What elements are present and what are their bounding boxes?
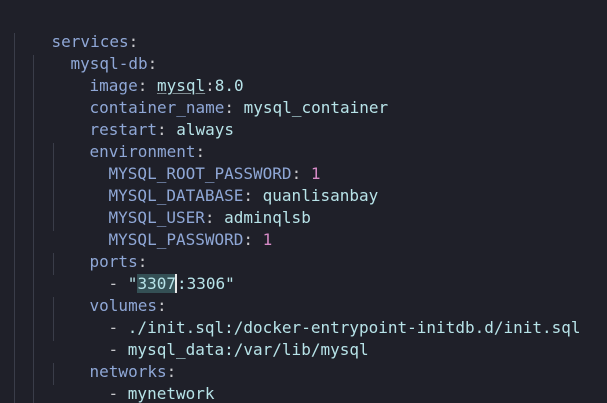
code-line: MYSQL_PASSWORD: 1 xyxy=(108,230,273,249)
indent-guide xyxy=(33,55,34,403)
code-line: - mysql_data:/var/lib/mysql xyxy=(108,340,369,359)
code-line: container_name: mysql_container xyxy=(89,98,389,117)
code-line: mysql-db: xyxy=(70,54,158,73)
code-line: - mynetwork xyxy=(108,384,215,403)
code-line: image: mysql:8.0 xyxy=(89,76,244,95)
port-container-value: 3306 xyxy=(186,274,226,293)
code-line: MYSQL_ROOT_PASSWORD: 1 xyxy=(108,164,321,183)
code-line: MYSQL_USER: adminqlsb xyxy=(108,208,311,227)
indent-guide xyxy=(14,33,15,403)
code-line: restart: always xyxy=(89,120,235,139)
code-line: - "3307:3306" xyxy=(108,274,235,293)
yaml-value: mysql_container xyxy=(243,98,389,117)
code-line: MYSQL_DATABASE: quanlisanbay xyxy=(108,186,379,205)
network-entry: mynetwork xyxy=(127,384,215,403)
yaml-number: 1 xyxy=(262,230,273,249)
code-line: volumes: xyxy=(89,296,167,315)
code-line: ports: xyxy=(89,252,148,271)
code-line: services: xyxy=(51,32,139,51)
code-line: environment: xyxy=(89,142,206,161)
code-line: networks: xyxy=(89,362,177,381)
code-editor[interactable]: services: mysql-db: image: mysql:8.0 con… xyxy=(0,0,607,403)
code-line: - ./init.sql:/docker-entrypoint-initdb.d… xyxy=(108,318,581,337)
